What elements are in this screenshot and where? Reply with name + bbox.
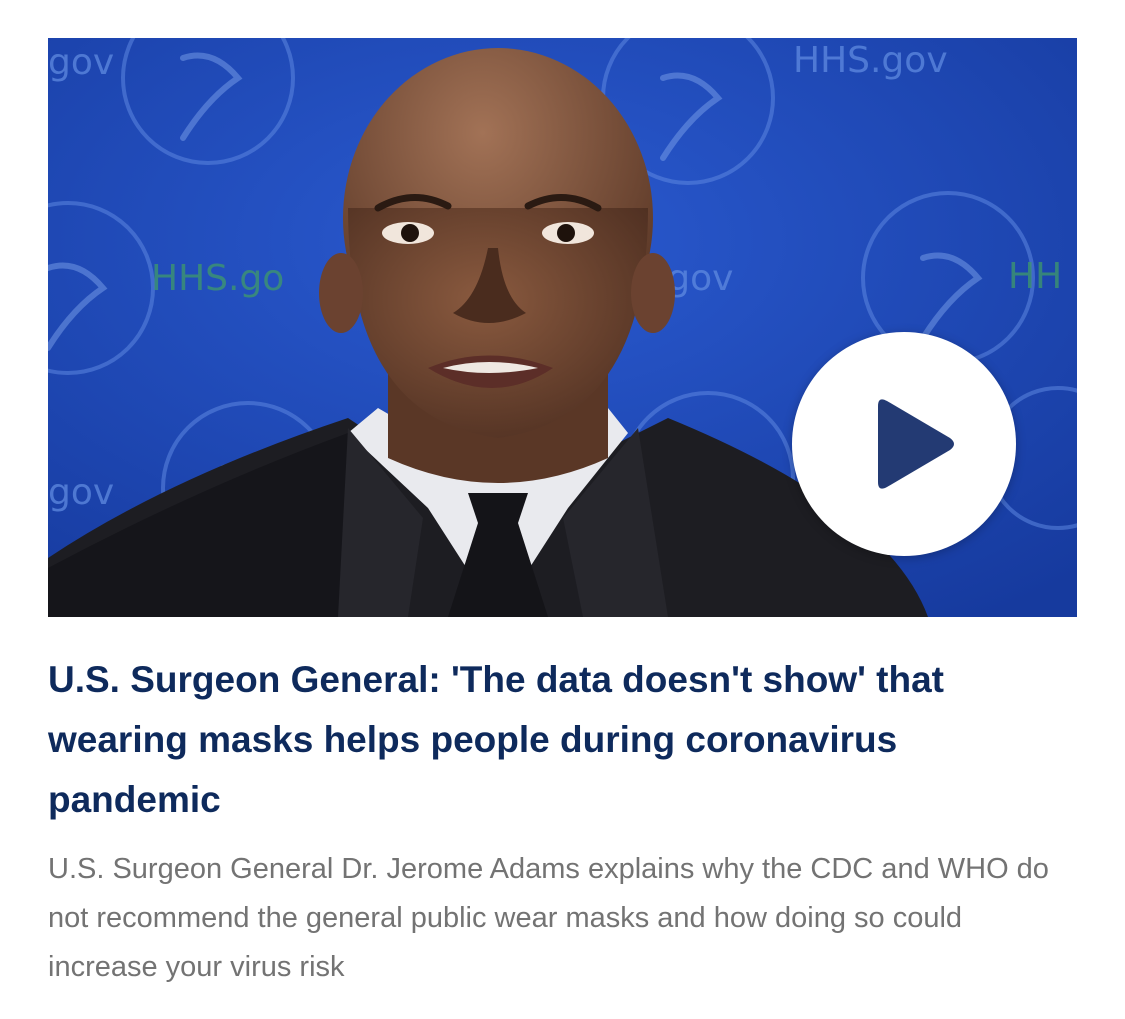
- svg-text:HHS.gov: HHS.gov: [793, 40, 948, 81]
- video-thumbnail[interactable]: gov HHS.gov HHS.go S.gov HH gov: [48, 38, 1077, 617]
- svg-text:gov: gov: [48, 42, 114, 83]
- article-card: gov HHS.gov HHS.go S.gov HH gov U.S. Sur…: [0, 0, 1125, 1019]
- play-icon: [878, 399, 954, 489]
- svg-text:gov: gov: [48, 472, 114, 513]
- play-button[interactable]: [792, 332, 1016, 556]
- article-summary: U.S. Surgeon General Dr. Jerome Adams ex…: [48, 853, 1049, 983]
- svg-text:HHS.go: HHS.go: [151, 258, 284, 299]
- article-headline[interactable]: U.S. Surgeon General: 'The data doesn't …: [48, 650, 1058, 830]
- svg-text:HH: HH: [1008, 256, 1062, 297]
